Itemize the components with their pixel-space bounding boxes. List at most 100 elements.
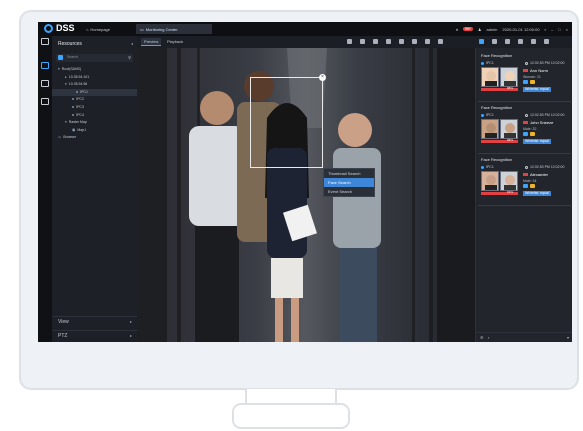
clear-icon[interactable]: ▾	[567, 335, 569, 340]
alarm-icon[interactable]	[505, 39, 510, 44]
camera-icon	[481, 165, 484, 169]
list-tag: Whitelist: equal	[523, 191, 551, 196]
alarm-count-badge[interactable]: 99+	[462, 27, 473, 31]
minimize-icon[interactable]: –	[551, 27, 553, 32]
search-input[interactable]: Search ⚲	[56, 54, 133, 62]
close-icon[interactable]: ×	[566, 27, 568, 32]
user-name[interactable]: admin	[487, 27, 498, 32]
captured-face-thumbnail[interactable]	[481, 171, 499, 191]
tree-node-icon: ▾	[58, 67, 60, 71]
tree-item[interactable]: ▾ Raster Map	[65, 119, 87, 126]
tab-homepage[interactable]: ⌂ Homepage	[82, 24, 114, 34]
fullscreen-icon[interactable]	[438, 39, 443, 44]
access-icon[interactable]	[518, 39, 523, 44]
face-match-card[interactable]: Face Recognition IPC1 12:02:53 PM 12:02:00…	[478, 154, 571, 206]
person-attributes: Woman: 21	[523, 75, 541, 79]
menu-icon[interactable]	[41, 38, 49, 45]
card-channel: IPC1	[481, 165, 494, 169]
person-name-row: Alexander	[523, 172, 548, 177]
card-time-label: 12:02:53 PM 12:02:00	[530, 61, 565, 65]
tab-monitoring-center[interactable]: ▭ Monitoring Center	[136, 24, 212, 34]
tree-item[interactable]: ▭ Browser	[58, 134, 76, 141]
settings-icon[interactable]: ⚙	[480, 335, 484, 340]
close-icon[interactable]: ×	[319, 74, 326, 81]
alarm-icon[interactable]: ♦	[456, 27, 458, 32]
captured-face-thumbnail[interactable]	[481, 119, 499, 139]
tree-item[interactable]: ◘ IPC2	[72, 96, 84, 103]
tree-item[interactable]: ◘ IPC3	[72, 104, 84, 111]
settings-icon[interactable]	[544, 39, 549, 44]
collapse-icon[interactable]: ◂	[131, 41, 133, 46]
gender-icon	[523, 132, 528, 136]
user-icon[interactable]: ♟	[478, 27, 482, 32]
layout-4-icon[interactable]	[399, 39, 404, 44]
clock-icon	[525, 165, 528, 169]
search-icon[interactable]: ⚲	[128, 55, 131, 60]
favorite-icon[interactable]	[58, 55, 63, 60]
face-recognition-icon[interactable]	[479, 39, 484, 44]
toolbar-icons	[347, 39, 443, 44]
context-menu-item[interactable]: Face Search	[324, 178, 374, 187]
tree-item-label: Root(SANS)	[61, 67, 82, 71]
maximize-icon[interactable]: □	[558, 27, 560, 32]
tab-preview[interactable]: Preview	[141, 38, 162, 46]
resource-tree-icon[interactable]	[41, 62, 49, 69]
tab-monitoring-center-label: Monitoring Center	[145, 26, 178, 32]
tree-node-icon: ◘	[72, 105, 75, 109]
event-icon[interactable]	[492, 39, 497, 44]
snapshot-icon[interactable]	[347, 39, 352, 44]
attribute-icons	[523, 184, 535, 188]
tree-item-label: IPC4	[76, 112, 84, 117]
face-selection-box[interactable]: ×	[250, 74, 326, 168]
camera-icon	[481, 61, 484, 65]
app-logo[interactable]: DSS	[44, 23, 75, 33]
context-menu-item[interactable]: Event Search	[324, 187, 374, 196]
camera-icon	[481, 113, 484, 117]
tree-item[interactable]: ▣ Map1	[72, 127, 86, 134]
vehicle-icon[interactable]	[531, 39, 536, 44]
ptz-panel-toggle[interactable]: PTZ ▸	[52, 330, 137, 340]
attribute-icons	[523, 132, 535, 136]
face-match-card[interactable]: Face Recognition IPC1 12:02:53 PM 12:02:00…	[478, 102, 571, 154]
tree-item[interactable]: ▸ 10.35.94.101	[65, 74, 89, 81]
record-icon[interactable]	[360, 39, 365, 44]
tree-item-label: Map1	[77, 127, 87, 132]
expression-icon	[530, 132, 535, 136]
chevron-right-icon: ▸	[129, 319, 132, 324]
lock-icon[interactable]: ▪	[545, 27, 546, 32]
tree-item[interactable]: ▾ Root(SANS)	[58, 66, 81, 73]
flag-icon	[523, 173, 528, 176]
tab-playback[interactable]: Playback	[164, 38, 186, 45]
grid-layout-icon[interactable]	[41, 80, 49, 87]
database-face-thumbnail[interactable]	[500, 171, 518, 191]
layout-16-icon[interactable]	[425, 39, 430, 44]
person-attributes: Male: 32	[523, 127, 537, 131]
layout-1-icon[interactable]	[386, 39, 391, 44]
tree-item-label: IPC1	[80, 89, 88, 94]
card-channel-label: IPC1	[486, 61, 494, 65]
top-right-status: ♦ 99+ ♟ admin 2020-01-01 12:00:00 ▪ – □ …	[456, 24, 568, 34]
stage: DSS ⌂ Homepage ▭ Monitoring Center ♦ 99+…	[0, 0, 583, 431]
gender-icon	[523, 184, 528, 188]
talk-icon[interactable]	[373, 39, 378, 44]
view-panel-toggle[interactable]: View ▸	[52, 316, 137, 326]
title-bar: DSS ⌂ Homepage ▭ Monitoring Center ♦ 99+…	[38, 22, 572, 36]
face-match-card[interactable]: Face Recognition IPC1 12:02:53 PM 12:02:00…	[478, 50, 571, 102]
video-feed[interactable]: × Thumbnail Search Face Search Event Searc…	[137, 48, 475, 342]
tree-item-label: IPC3	[76, 105, 84, 109]
layout-9-icon[interactable]	[412, 39, 417, 44]
card-channel: IPC1	[481, 61, 494, 65]
database-face-thumbnail[interactable]	[500, 119, 518, 139]
tree-item[interactable]: ◘ IPC1	[52, 88, 137, 96]
lock-icon[interactable]: ▪	[488, 335, 489, 340]
tree-item[interactable]: ◘ IPC4	[72, 112, 84, 119]
tree-item-label: 10.35.94.96	[68, 82, 88, 87]
tree-item[interactable]: ▾ 10.35.94.96	[65, 81, 87, 88]
panel-footer: ⚙ ▪ ▾	[476, 332, 572, 342]
tree-node-icon: ◘	[76, 89, 79, 94]
captured-face-thumbnail[interactable]	[481, 67, 499, 87]
database-face-thumbnail[interactable]	[500, 67, 518, 87]
context-menu-item[interactable]: Thumbnail Search	[324, 169, 374, 178]
similarity-value: 88%	[507, 86, 514, 90]
org-chart-icon[interactable]	[41, 98, 49, 105]
